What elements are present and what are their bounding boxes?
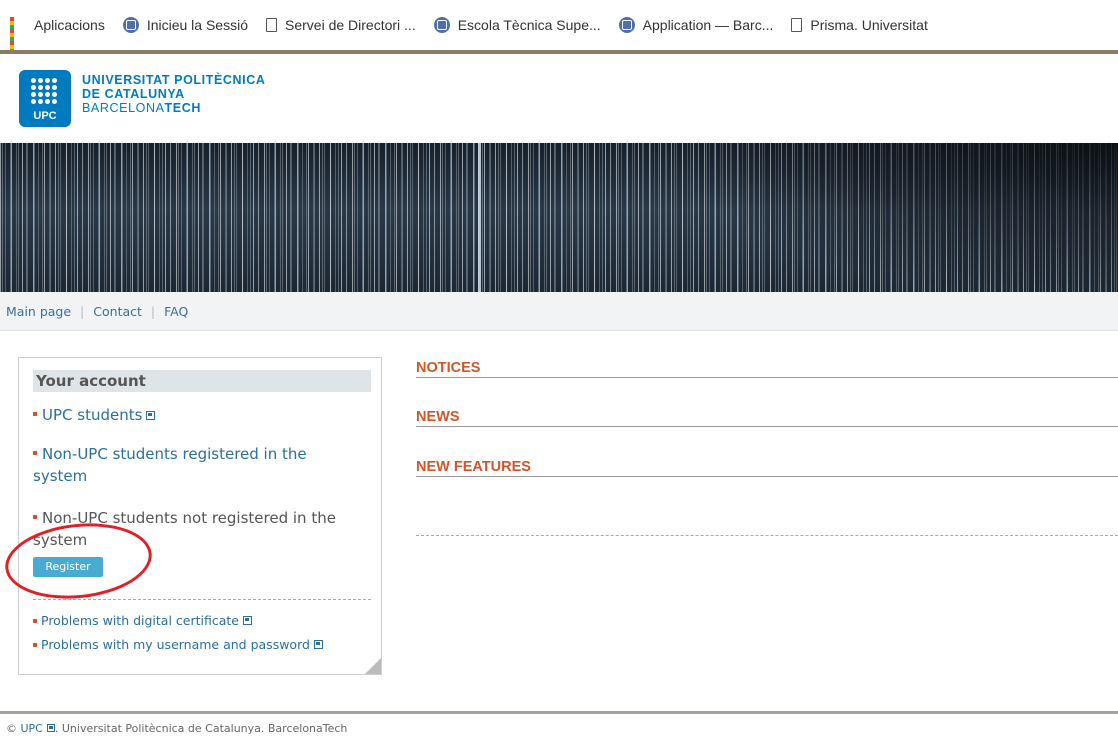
problems-certificate-link[interactable]: Problems with digital certificate xyxy=(33,613,252,628)
university-name: UNIVERSITAT POLITÈCNICA DE CATALUNYA BAR… xyxy=(82,73,265,115)
logo-dots-icon xyxy=(31,78,57,104)
footer-divider xyxy=(0,711,1118,714)
university-name-line3: BARCELONATECH xyxy=(82,101,265,115)
globe-icon xyxy=(433,17,450,33)
nav-separator: | xyxy=(150,303,156,319)
problems-login-link[interactable]: Problems with my username and password xyxy=(33,637,323,652)
bookmark-escola-tecnica[interactable]: Escola Tècnica Supe... xyxy=(433,17,601,33)
bookmark-label: Aplicacions xyxy=(34,17,105,33)
bullet-icon xyxy=(33,450,37,455)
bookmark-label: Prisma. Universitat xyxy=(810,17,928,33)
globe-icon xyxy=(122,17,139,33)
bullet-icon xyxy=(33,411,37,416)
external-link-icon xyxy=(313,640,323,649)
line3-barcelona: BARCELONA xyxy=(82,101,165,115)
news-heading: NEWS xyxy=(416,409,1118,427)
copyright-symbol: © xyxy=(6,722,17,735)
nav-contact[interactable]: Contact xyxy=(93,304,142,319)
bookmark-label: Application — Barc... xyxy=(642,17,774,33)
footer-text: . Universitat Politècnica de Catalunya. … xyxy=(54,722,348,735)
bookmark-application[interactable]: Application — Barc... xyxy=(618,17,774,33)
nav-main-page[interactable]: Main page xyxy=(6,304,71,319)
bookmark-label: Servei de Directori ... xyxy=(285,17,416,33)
top-divider xyxy=(0,50,1118,54)
bullet-icon xyxy=(33,618,37,623)
account-title: Your account xyxy=(33,370,371,392)
account-divider xyxy=(33,599,371,600)
new-features-heading: NEW FEATURES xyxy=(416,459,1118,477)
bookmark-label: Escola Tècnica Supe... xyxy=(457,17,601,33)
bookmark-servei-directori[interactable]: Servei de Directori ... xyxy=(266,17,416,33)
bookmark-aplicacions[interactable]: Aplicacions xyxy=(10,17,105,50)
bookmark-inicieu-sessio[interactable]: Inicieu la Sessió xyxy=(122,17,248,33)
line3-tech: TECH xyxy=(164,101,201,115)
upc-students-link[interactable]: UPC students xyxy=(33,404,156,426)
bullet-icon xyxy=(33,642,37,647)
external-link-icon xyxy=(242,616,252,625)
logo-text: UPC xyxy=(33,110,57,122)
registered-label: Non-UPC students registered in the xyxy=(42,445,307,463)
bookmark-prisma[interactable]: Prisma. Universitat xyxy=(791,17,928,33)
apps-grid-icon xyxy=(10,17,26,50)
banner-streak xyxy=(478,143,481,292)
bookmark-label: Inicieu la Sessió xyxy=(146,17,248,33)
nav-faq[interactable]: FAQ xyxy=(164,304,188,319)
banner-sky xyxy=(698,143,1118,292)
registered-label-2: system xyxy=(33,467,88,485)
university-name-line2: DE CATALUNYA xyxy=(82,87,185,101)
university-name-line1: UNIVERSITAT POLITÈCNICA xyxy=(82,73,266,87)
upc-logo[interactable]: UPC xyxy=(19,70,71,127)
bullet-icon xyxy=(33,514,37,519)
nav-separator: | xyxy=(80,303,85,319)
bookmarks-bar: Aplicacions Inicieu la Sessió Servei de … xyxy=(0,0,1118,50)
your-account-panel: Your account UPC students Non-UPC studen… xyxy=(18,357,382,675)
top-navigation: Main page | Contact | FAQ xyxy=(0,292,1118,331)
footer: © UPC . Universitat Politècnica de Catalu… xyxy=(6,722,347,735)
header-banner-image xyxy=(0,143,1118,292)
footer-upc-link[interactable]: UPC xyxy=(21,722,43,735)
upc-students-label: UPC students xyxy=(42,406,143,424)
globe-icon xyxy=(618,17,635,33)
notices-heading: NOTICES xyxy=(416,360,1118,378)
problems-login-label: Problems with my username and password xyxy=(41,637,310,652)
external-link-icon xyxy=(46,724,55,732)
content-divider xyxy=(416,535,1118,536)
problems-certificate-label: Problems with digital certificate xyxy=(41,613,239,628)
resize-corner-icon xyxy=(365,658,381,674)
registered-students-link[interactable]: Non-UPC students registered in the syste… xyxy=(33,443,307,487)
external-link-icon xyxy=(146,411,156,420)
document-icon xyxy=(266,18,277,32)
document-icon xyxy=(791,18,803,32)
